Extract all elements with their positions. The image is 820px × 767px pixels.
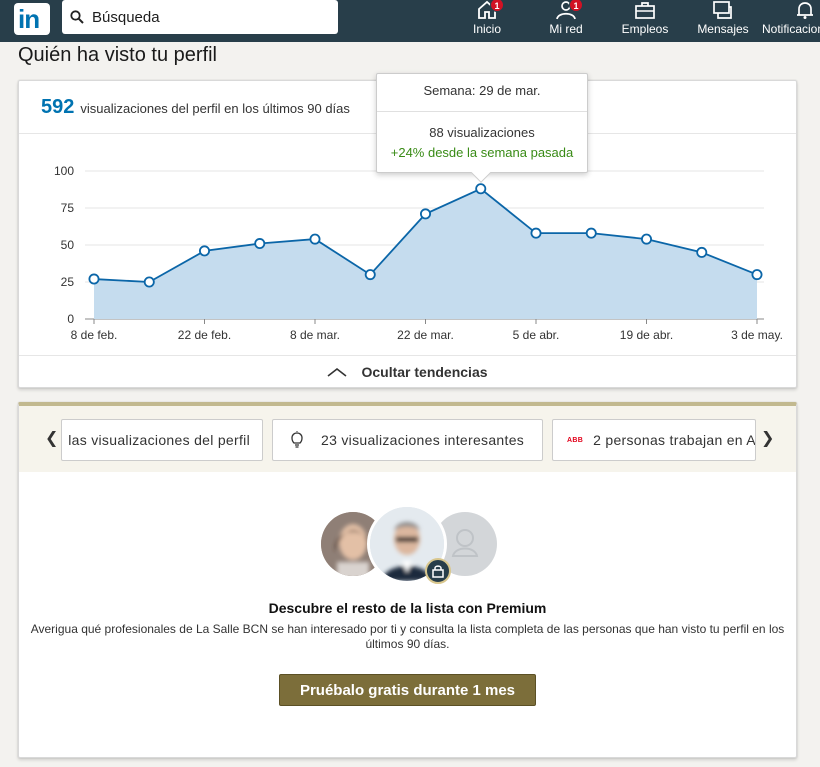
data-point bbox=[88, 273, 100, 285]
try-premium-button[interactable]: Pruébalo gratis durante 1 mes bbox=[279, 674, 536, 706]
chart-tooltip: Semana: 29 de mar. 88 visualizaciones +2… bbox=[376, 73, 588, 183]
x-tick-label: 22 de mar. bbox=[397, 328, 454, 342]
tooltip-views: 88 visualizaciones bbox=[429, 125, 535, 140]
data-point bbox=[696, 246, 708, 258]
premium-title: Descubre el resto de la lista con Premiu… bbox=[268, 600, 547, 616]
chevron-up-icon bbox=[327, 367, 347, 377]
messages-icon bbox=[713, 1, 732, 19]
top-nav-bar: in Búsqueda 1 Inicio 1 Mi red Empleos Me… bbox=[0, 0, 820, 42]
abb-logo: ABB bbox=[567, 436, 584, 444]
y-tick-label: 0 bbox=[67, 312, 74, 326]
page-title: Quién ha visto tu perfil bbox=[18, 44, 217, 66]
lightbulb-icon bbox=[291, 431, 303, 448]
data-point bbox=[585, 227, 597, 239]
tooltip-change: +24% desde la semana pasada bbox=[390, 145, 574, 160]
nav-item-home[interactable]: 1 Inicio bbox=[464, 0, 510, 42]
lock-icon bbox=[425, 558, 451, 584]
data-point bbox=[254, 238, 266, 250]
y-tick-label: 25 bbox=[61, 275, 75, 289]
y-tick-label: 50 bbox=[61, 238, 75, 252]
x-tick-label: 8 de mar. bbox=[290, 328, 340, 342]
network-badge: 1 bbox=[569, 0, 583, 12]
x-tick-label: 3 de may. bbox=[731, 328, 783, 342]
data-point bbox=[641, 233, 653, 245]
data-point bbox=[364, 269, 376, 281]
x-tick-label: 5 de abr. bbox=[513, 328, 560, 342]
premium-description: Averigua qué profesionales de La Salle B… bbox=[30, 622, 785, 651]
tooltip-week: Semana: 29 de mar. bbox=[423, 83, 541, 98]
nav-item-jobs[interactable]: Empleos bbox=[616, 0, 674, 42]
linkedin-logo[interactable]: in bbox=[14, 3, 50, 35]
search-icon bbox=[70, 10, 84, 24]
chevron-right-icon[interactable]: ❯ bbox=[761, 428, 774, 448]
data-point bbox=[198, 245, 210, 257]
briefcase-icon bbox=[635, 2, 655, 19]
hide-trends-toggle[interactable]: Ocultar tendencias bbox=[19, 356, 796, 388]
tooltip-divider bbox=[377, 111, 587, 112]
data-point bbox=[309, 233, 321, 245]
data-point bbox=[143, 276, 155, 288]
search-input[interactable]: Búsqueda bbox=[62, 0, 338, 34]
nav-item-messages[interactable]: Mensajes bbox=[692, 0, 754, 42]
insights-carousel: ❮ las visualizaciones del perfil 23 visu… bbox=[19, 406, 796, 472]
data-point bbox=[751, 269, 763, 281]
x-tick-label: 19 de abr. bbox=[620, 328, 673, 342]
bell-icon bbox=[797, 2, 813, 19]
premium-upsell-card: ❮ las visualizaciones del perfil 23 visu… bbox=[18, 402, 797, 758]
data-point bbox=[475, 183, 487, 195]
x-tick-label: 8 de feb. bbox=[71, 328, 118, 342]
insight-tab-interesting-views[interactable]: 23 visualizaciones interesantes bbox=[272, 419, 543, 461]
y-tick-label: 100 bbox=[54, 164, 74, 178]
data-point bbox=[419, 208, 431, 220]
nav-item-notifications[interactable]: Notificaciones bbox=[762, 0, 820, 42]
insight-tab-profile-views[interactable]: las visualizaciones del perfil bbox=[61, 419, 263, 461]
search-placeholder: Búsqueda bbox=[92, 8, 160, 26]
chevron-left-icon[interactable]: ❮ bbox=[45, 428, 58, 448]
home-badge: 1 bbox=[490, 0, 504, 12]
data-point bbox=[530, 227, 542, 239]
insight-tab-company[interactable]: ABB 2 personas trabajan en A bbox=[552, 419, 756, 461]
y-tick-label: 75 bbox=[61, 201, 75, 215]
viewer-avatars bbox=[321, 504, 501, 590]
x-tick-label: 22 de feb. bbox=[178, 328, 231, 342]
nav-item-network[interactable]: 1 Mi red bbox=[543, 0, 589, 42]
